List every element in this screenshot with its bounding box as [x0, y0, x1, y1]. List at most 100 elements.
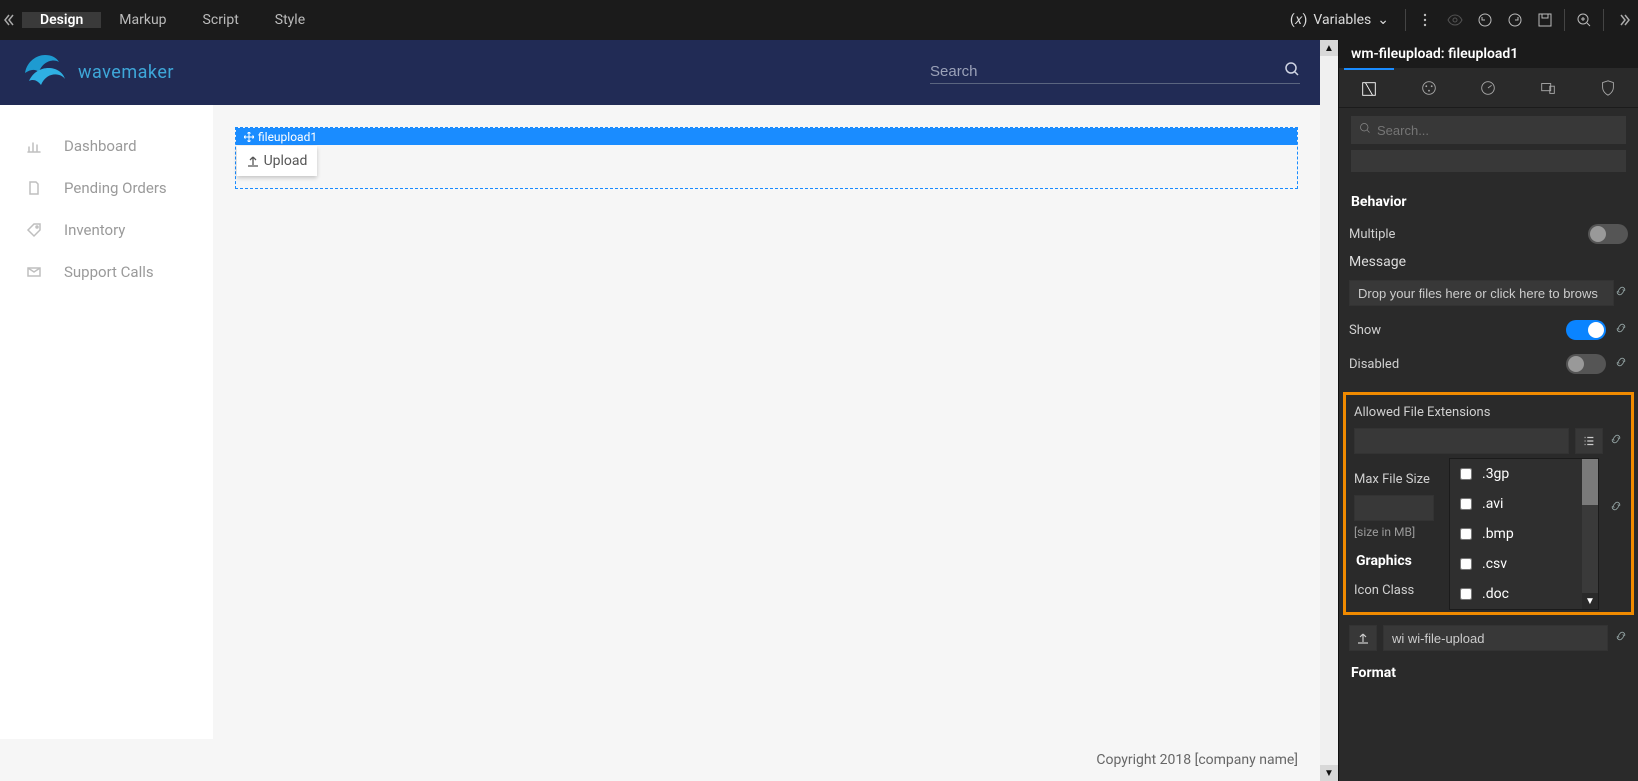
show-label: Show: [1349, 323, 1381, 338]
bind-icon[interactable]: [1614, 629, 1628, 647]
ext-option[interactable]: .bmp: [1450, 519, 1582, 549]
section-format: Format: [1349, 651, 1628, 691]
bind-icon[interactable]: [1609, 432, 1623, 450]
canvas-vertical-scrollbar[interactable]: ▲ ▼: [1320, 40, 1338, 781]
redo-icon[interactable]: [1500, 0, 1530, 40]
search-icon: [1359, 122, 1371, 138]
max-file-size-input[interactable]: [1354, 495, 1434, 521]
ext-option[interactable]: .csv: [1450, 549, 1582, 579]
canvas-main[interactable]: fileupload1 Upload: [213, 105, 1320, 739]
sidebar-item-support-calls[interactable]: Support Calls: [0, 251, 212, 293]
upload-label: Upload: [264, 153, 308, 169]
zoom-in-icon[interactable]: [1569, 0, 1599, 40]
variables-label: Variables: [1313, 12, 1371, 28]
multiple-toggle[interactable]: [1588, 224, 1628, 244]
collapse-left-icon[interactable]: [0, 12, 22, 28]
move-icon: [244, 132, 254, 142]
icon-preview[interactable]: [1349, 625, 1377, 651]
dropdown-scrollbar[interactable]: ▼: [1582, 459, 1598, 609]
ext-label: .3gp: [1482, 466, 1509, 482]
sidebar-item-pending-orders[interactable]: Pending Orders: [0, 167, 212, 209]
props-tab-device[interactable]: [1523, 68, 1573, 108]
app-search[interactable]: [930, 61, 1300, 84]
upload-button[interactable]: Upload: [237, 146, 317, 176]
ext-label: .doc: [1482, 586, 1509, 602]
disabled-toggle[interactable]: [1566, 354, 1606, 374]
search-icon[interactable]: [1284, 61, 1300, 81]
tag-icon: [26, 222, 42, 238]
sidebar-item-label: Dashboard: [64, 137, 137, 155]
extensions-dropdown[interactable]: .3gp .avi .bmp .csv .doc ▼: [1449, 458, 1599, 610]
props-tab-styles[interactable]: [1404, 68, 1454, 108]
ext-label: .avi: [1482, 496, 1503, 512]
more-icon[interactable]: [1410, 0, 1440, 40]
chevron-down-icon: ⌄: [1377, 12, 1389, 28]
app-header: wavemaker: [0, 40, 1320, 105]
props-search[interactable]: [1351, 116, 1626, 144]
tab-label: Markup: [119, 12, 166, 28]
ext-option[interactable]: .doc: [1450, 579, 1582, 609]
upload-icon: [247, 155, 259, 167]
mail-icon: [26, 264, 42, 280]
allowed-extensions-group: Allowed File Extensions .3gp .avi .bmp .…: [1343, 392, 1634, 615]
save-icon[interactable]: [1530, 0, 1560, 40]
properties-panel: wm-fileupload: fileupload1 Behavior Mult…: [1338, 40, 1638, 781]
props-search-input[interactable]: [1377, 123, 1618, 138]
app-logo: wavemaker: [20, 53, 174, 93]
show-toggle[interactable]: [1566, 320, 1606, 340]
props-tab-security[interactable]: [1583, 68, 1633, 108]
wave-icon: [20, 53, 70, 93]
tab-design[interactable]: Design: [22, 12, 101, 28]
bind-icon[interactable]: [1614, 284, 1628, 302]
allowed-ext-label: Allowed File Extensions: [1354, 401, 1623, 428]
ext-label: .bmp: [1482, 526, 1514, 542]
scroll-down-arrow[interactable]: ▼: [1320, 765, 1338, 781]
ext-option[interactable]: .avi: [1450, 489, 1582, 519]
sidebar-item-dashboard[interactable]: Dashboard: [0, 125, 212, 167]
widget-name: fileupload1: [258, 130, 317, 144]
message-input[interactable]: [1349, 280, 1614, 306]
ext-label: .csv: [1482, 556, 1507, 572]
bind-icon[interactable]: [1614, 321, 1628, 339]
disabled-label: Disabled: [1349, 357, 1399, 372]
section-behavior: Behavior: [1349, 188, 1628, 220]
tab-label: Design: [40, 12, 83, 28]
props-tab-events[interactable]: [1463, 68, 1513, 108]
bind-icon[interactable]: [1609, 499, 1623, 517]
list-picker-button[interactable]: [1575, 428, 1603, 454]
tab-script[interactable]: Script: [185, 12, 257, 28]
scroll-up-arrow[interactable]: ▲: [1320, 40, 1338, 56]
app-sidebar: Dashboard Pending Orders Inventory Suppo…: [0, 105, 213, 739]
sidebar-item-inventory[interactable]: Inventory: [0, 209, 212, 251]
props-tab-properties[interactable]: [1344, 68, 1394, 108]
search-input[interactable]: [930, 63, 1284, 80]
props-unknown-box[interactable]: [1351, 150, 1626, 172]
footer-text: Copyright 2018 [company name]: [1096, 752, 1298, 768]
component-title: wm-fileupload: fileupload1: [1339, 40, 1638, 68]
tab-label: Script: [203, 12, 239, 28]
sidebar-item-label: Support Calls: [64, 263, 154, 281]
sidebar-item-label: Inventory: [64, 221, 125, 239]
tab-style[interactable]: Style: [257, 12, 323, 28]
undo-icon[interactable]: [1470, 0, 1500, 40]
brand-text: wavemaker: [78, 62, 174, 83]
bind-icon[interactable]: [1614, 355, 1628, 373]
collapse-right-icon[interactable]: [1608, 0, 1638, 40]
bar-chart-icon: [26, 138, 42, 154]
document-icon: [26, 180, 42, 196]
widget-selection-label[interactable]: fileupload1: [236, 128, 1297, 145]
variables-icon: (𝑥): [1290, 12, 1307, 28]
icon-class-input[interactable]: [1383, 625, 1608, 651]
ext-option[interactable]: .3gp: [1450, 459, 1582, 489]
app-footer: Copyright 2018 [company name]: [0, 739, 1320, 781]
sidebar-item-label: Pending Orders: [64, 179, 167, 197]
tab-label: Style: [275, 12, 305, 28]
multiple-label: Multiple: [1349, 227, 1395, 242]
tab-markup[interactable]: Markup: [101, 12, 184, 28]
allowed-ext-input[interactable]: [1354, 428, 1569, 454]
list-icon: [1582, 434, 1596, 448]
widget-fileupload1[interactable]: fileupload1 Upload: [235, 127, 1298, 189]
variables-button[interactable]: (𝑥) Variables ⌄: [1278, 12, 1401, 28]
preview-icon[interactable]: [1440, 0, 1470, 40]
upload-icon: [1357, 632, 1369, 644]
